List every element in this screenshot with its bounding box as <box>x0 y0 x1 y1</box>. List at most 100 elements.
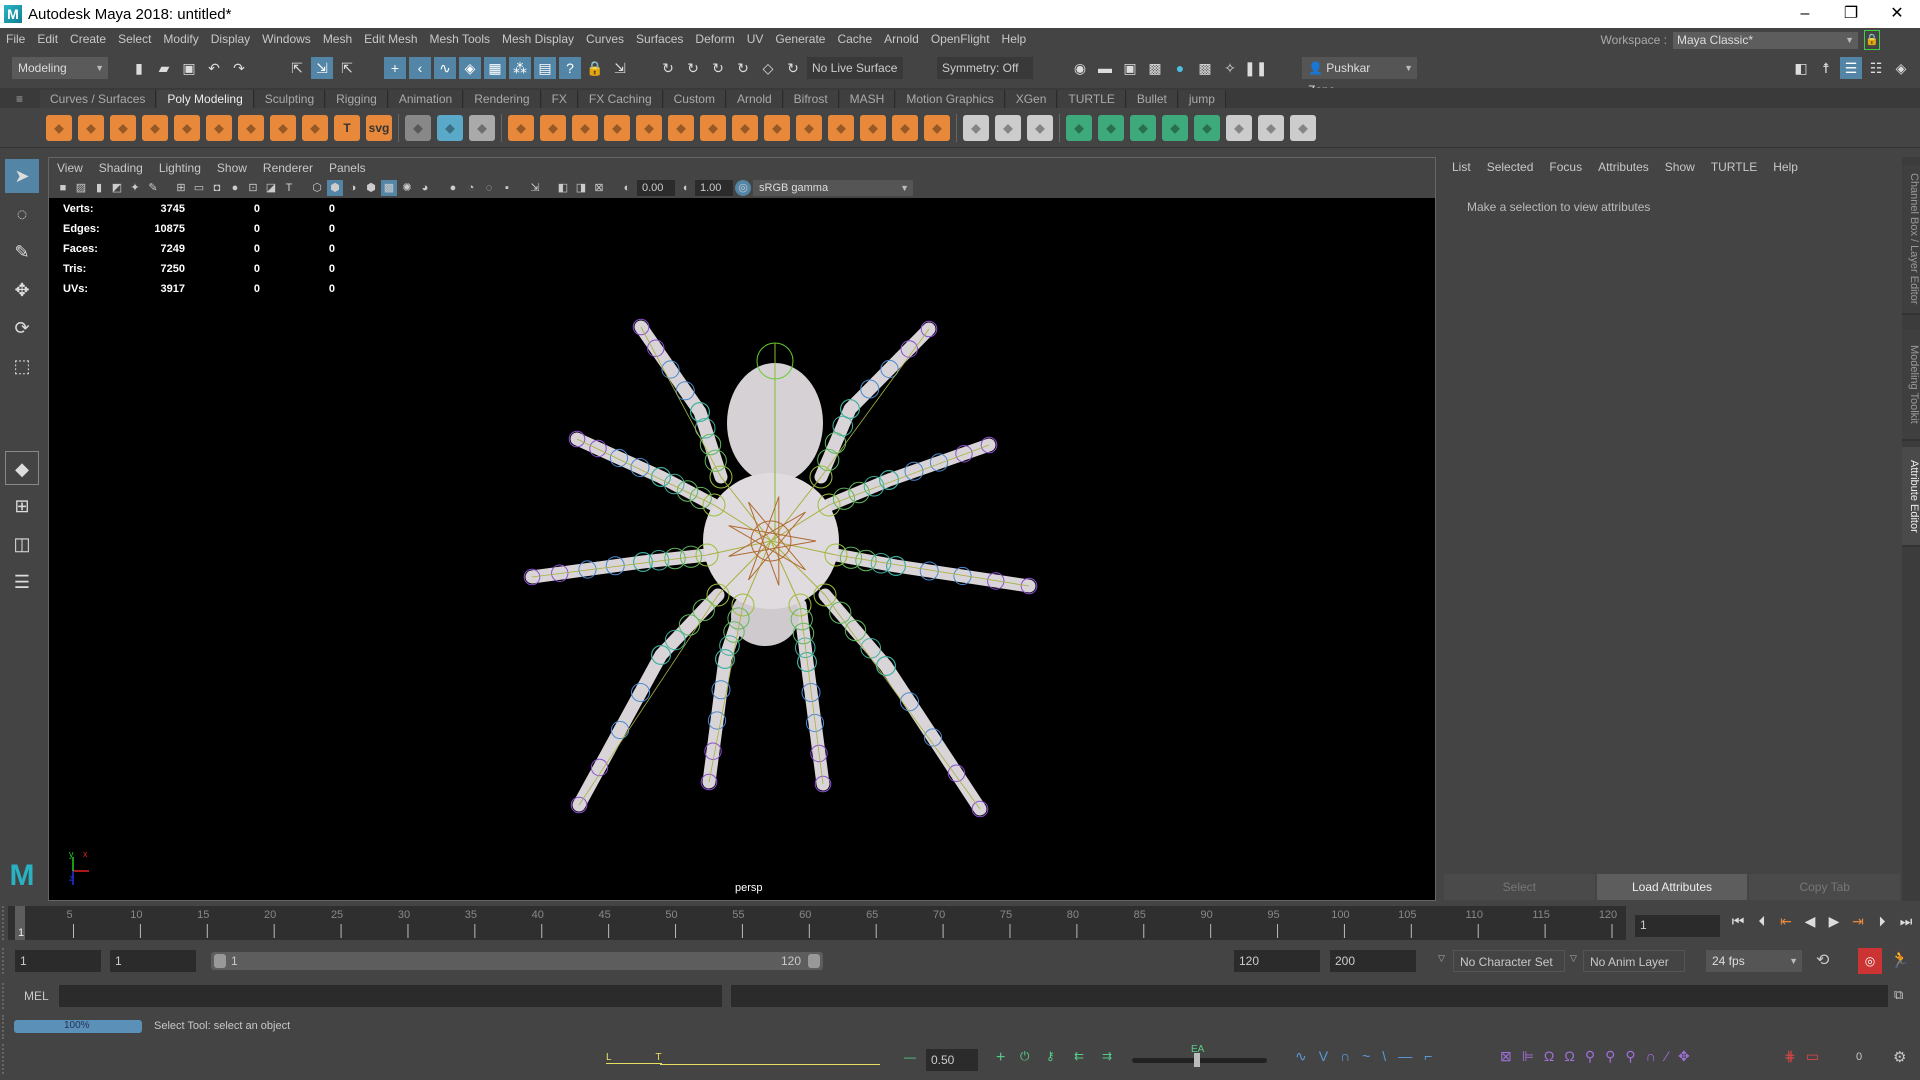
auto-key-icon[interactable]: ◎ <box>1858 948 1882 974</box>
xray-icon[interactable]: ◧ <box>555 180 571 196</box>
uv-editor-icon[interactable]: ◆ <box>1226 114 1252 141</box>
lasso-tool-icon[interactable]: ◌ <box>5 197 39 231</box>
range-slider[interactable]: 1 120 <box>211 952 823 970</box>
arnold-render-icon[interactable]: ✧ <box>1219 57 1241 79</box>
rotate-tool-icon[interactable]: ⟳ <box>5 311 39 345</box>
safe-action-icon[interactable]: ◪ <box>263 180 279 196</box>
menu-file[interactable]: File <box>6 32 25 46</box>
four-view-layout-icon[interactable]: ⊞ <box>5 489 39 523</box>
wireframe-on-shaded-icon[interactable]: ⬢ <box>363 180 379 196</box>
lock-icon[interactable]: 🔒 <box>1864 30 1880 50</box>
paint-select-tool-icon[interactable]: ✎ <box>5 235 39 269</box>
select-hierarchy-icon[interactable]: ⇱ <box>286 57 308 79</box>
shelf-tab-bifrost[interactable]: Bifrost <box>783 90 839 108</box>
poly-disc-icon[interactable]: ◆ <box>238 114 264 141</box>
multicut-icon[interactable]: ◆ <box>963 114 989 141</box>
color-space-dropdown[interactable]: sRGB gamma ▼ <box>753 180 913 196</box>
animation-start-field[interactable]: 1 <box>15 950 101 972</box>
render-sequence-icon[interactable]: ▬ <box>1094 57 1116 79</box>
go-to-start-icon[interactable]: ⏮ <box>1728 913 1748 930</box>
shelf-tab-xgen[interactable]: XGen <box>1005 90 1058 108</box>
measure-icon[interactable]: ◆ <box>405 114 431 141</box>
bevel-icon[interactable]: ◆ <box>732 114 758 141</box>
construction-history-icon[interactable]: ↻ <box>732 57 754 79</box>
smooth-icon[interactable]: ◆ <box>604 114 630 141</box>
poly-sphere-icon[interactable]: ◆ <box>46 114 72 141</box>
play-backwards-icon[interactable]: ◀ <box>1800 913 1820 930</box>
user-account-button[interactable]: 👤 Pushkar Zope▼ <box>1302 57 1417 97</box>
uv-planar-icon[interactable]: ◆ <box>1066 114 1092 141</box>
close-button[interactable]: ✕ <box>1874 0 1920 28</box>
panel-menu-shading[interactable]: Shading <box>99 161 143 175</box>
save-scene-icon[interactable]: ▣ <box>178 57 200 79</box>
menu-surfaces[interactable]: Surfaces <box>636 32 683 46</box>
anti-aliasing-icon[interactable]: ◌ <box>481 180 497 196</box>
go-to-end-icon[interactable]: ⏭ <box>1896 913 1916 930</box>
shape-icon[interactable]: ◇ <box>757 57 779 79</box>
panel-menu-view[interactable]: View <box>57 161 83 175</box>
safe-title-icon[interactable]: T <box>281 180 297 196</box>
uv-auto-icon[interactable]: ◆ <box>1162 114 1188 141</box>
render-icon[interactable]: ◉ <box>1069 57 1091 79</box>
outputs-icon[interactable]: ↻ <box>707 57 729 79</box>
character-set-dropdown[interactable]: No Character Set <box>1453 950 1565 972</box>
tab-attribute-editor[interactable]: Attribute Editor <box>1902 447 1920 547</box>
combine-icon[interactable]: ◆ <box>508 114 534 141</box>
single-perspective-layout-icon[interactable]: ◆ <box>5 451 39 485</box>
redo-icon[interactable]: ↷ <box>228 57 250 79</box>
channel-box-icon[interactable]: ◈ <box>1890 57 1912 79</box>
shelf-menu-icon[interactable]: ≡ <box>16 92 23 106</box>
history-icon[interactable]: ↻ <box>657 57 679 79</box>
time-slider[interactable]: 5 10 15 20 25 30 35 40 45 50 55 60 65 70 75 80 85 90 95 100… <box>8 906 1626 940</box>
scale-tool-icon[interactable]: ⬚ <box>5 349 39 383</box>
render-settings-icon[interactable]: ▩ <box>1144 57 1166 79</box>
poly-plane-icon[interactable]: ◆ <box>206 114 232 141</box>
depth-of-field-icon[interactable]: ▪ <box>499 180 515 196</box>
separate-icon[interactable]: ◆ <box>540 114 566 141</box>
script-editor-icon[interactable]: ⧉ <box>1894 987 1903 1003</box>
menu-arnold[interactable]: Arnold <box>884 32 919 46</box>
tween-slider-handle[interactable] <box>1194 1053 1200 1067</box>
film-gate-icon[interactable]: ▭ <box>191 180 207 196</box>
poly-cone-icon[interactable]: ◆ <box>142 114 168 141</box>
chevron-down-icon[interactable]: ▽ <box>1570 953 1577 964</box>
power-icon[interactable]: ⏻ <box>1020 1049 1030 1064</box>
attribute-editor-icon[interactable]: ☰ <box>1840 57 1862 79</box>
step-forward-frame-icon[interactable]: ⏵ <box>1872 913 1892 930</box>
extract-icon[interactable]: ◆ <box>636 114 662 141</box>
shelf-tab-fx[interactable]: FX <box>541 90 578 108</box>
shelf-tab-motion-graphics[interactable]: Motion Graphics <box>896 90 1005 108</box>
lock-selection-icon[interactable]: 🔒 <box>584 57 606 79</box>
panel-menu-show[interactable]: Show <box>217 161 247 175</box>
settings-gear-icon[interactable]: ⚙ <box>1893 1048 1906 1066</box>
minus-icon[interactable]: — <box>904 1050 916 1064</box>
target-weld-icon[interactable]: ◆ <box>1027 114 1053 141</box>
attr-menu-focus[interactable]: Focus <box>1549 160 1582 174</box>
merge-icon[interactable]: ◆ <box>924 114 950 141</box>
append-icon[interactable]: ◆ <box>796 114 822 141</box>
screen-space-ao-icon[interactable]: ● <box>445 180 461 196</box>
attr-menu-selected[interactable]: Selected <box>1487 160 1534 174</box>
playback-start-field[interactable]: 1 <box>110 950 196 972</box>
menu-windows[interactable]: Windows <box>262 32 311 46</box>
key-icon[interactable]: ⚷ <box>1046 1049 1055 1063</box>
uv-unfold-icon[interactable]: ◆ <box>1258 114 1284 141</box>
snap-grid-icon[interactable]: + <box>384 57 406 79</box>
type-icon[interactable]: T <box>334 114 360 141</box>
animation-end-field[interactable]: 200 <box>1330 950 1416 972</box>
tool-settings-icon[interactable]: ☷ <box>1865 57 1887 79</box>
menu-curves[interactable]: Curves <box>586 32 624 46</box>
step-forward-key-icon[interactable]: ⇥ <box>1848 913 1868 930</box>
minimize-button[interactable]: – <box>1782 0 1828 28</box>
loop-icon[interactable]: ⟲ <box>1816 950 1829 970</box>
image-plane-icon[interactable]: ◩ <box>109 180 125 196</box>
smooth-shade-icon[interactable]: ⬢ <box>327 180 343 196</box>
attr-menu-show[interactable]: Show <box>1665 160 1695 174</box>
shadows-icon[interactable]: ◕ <box>417 180 433 196</box>
shelf-tab-sculpting[interactable]: Sculpting <box>254 90 326 108</box>
menu-deform[interactable]: Deform <box>695 32 734 46</box>
grid-icon[interactable]: ⊞ <box>173 180 189 196</box>
menu-help[interactable]: Help <box>1002 32 1027 46</box>
snap-live-icon[interactable]: ▤ <box>534 57 556 79</box>
lights-icon[interactable]: ✺ <box>399 180 415 196</box>
